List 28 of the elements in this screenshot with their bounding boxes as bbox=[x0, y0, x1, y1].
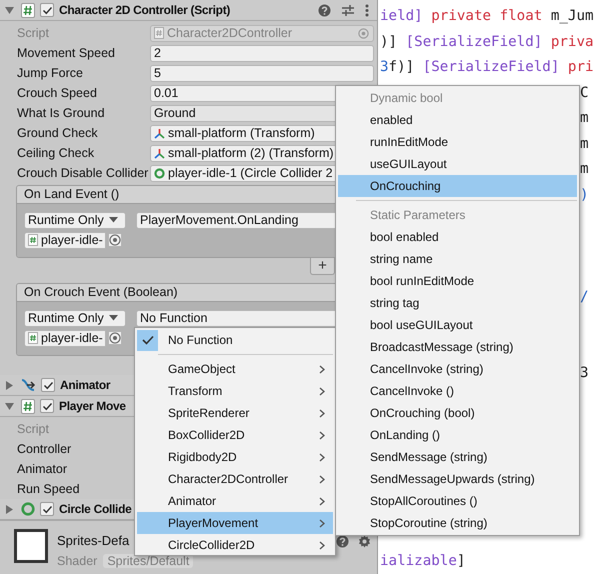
field-label: Script bbox=[17, 26, 50, 40]
code-line: 3 bbox=[580, 364, 589, 383]
field-label: Crouch Speed bbox=[17, 86, 98, 100]
code-line: )] [SerializeField] priva bbox=[379, 32, 594, 52]
field-label: Animator bbox=[17, 462, 68, 476]
field-label: Crouch Disable Collider bbox=[17, 166, 150, 180]
component-title: Character 2D Controller (Script) bbox=[59, 3, 230, 17]
code-line: C bbox=[580, 84, 589, 102]
field-label: Ceiling Check bbox=[17, 146, 96, 160]
code-line: / bbox=[580, 288, 589, 306]
component-title: Animator bbox=[60, 378, 110, 392]
field-label: Jump Force bbox=[17, 66, 84, 80]
code-line: ializable] bbox=[379, 552, 466, 570]
field-label: Script bbox=[17, 422, 50, 436]
shader-label: Shader bbox=[57, 554, 98, 568]
code-line: m bbox=[580, 134, 589, 154]
field-label: What Is Ground bbox=[17, 106, 106, 120]
code-line: m bbox=[580, 109, 589, 128]
component-title: Circle Collide bbox=[59, 502, 132, 516]
field-label: Run Speed bbox=[17, 482, 81, 496]
field-label: Movement Speed bbox=[17, 46, 116, 60]
field-label: Ground Check bbox=[17, 126, 99, 140]
code-line: ield] private float m_Jum bbox=[379, 7, 594, 26]
code-line: m bbox=[580, 160, 589, 179]
component-title: Player Move bbox=[59, 399, 126, 413]
code-line: ) bbox=[580, 186, 589, 204]
code-line: 3f)] [SerializeField] pri bbox=[379, 58, 594, 77]
field-label: Controller bbox=[17, 442, 72, 456]
